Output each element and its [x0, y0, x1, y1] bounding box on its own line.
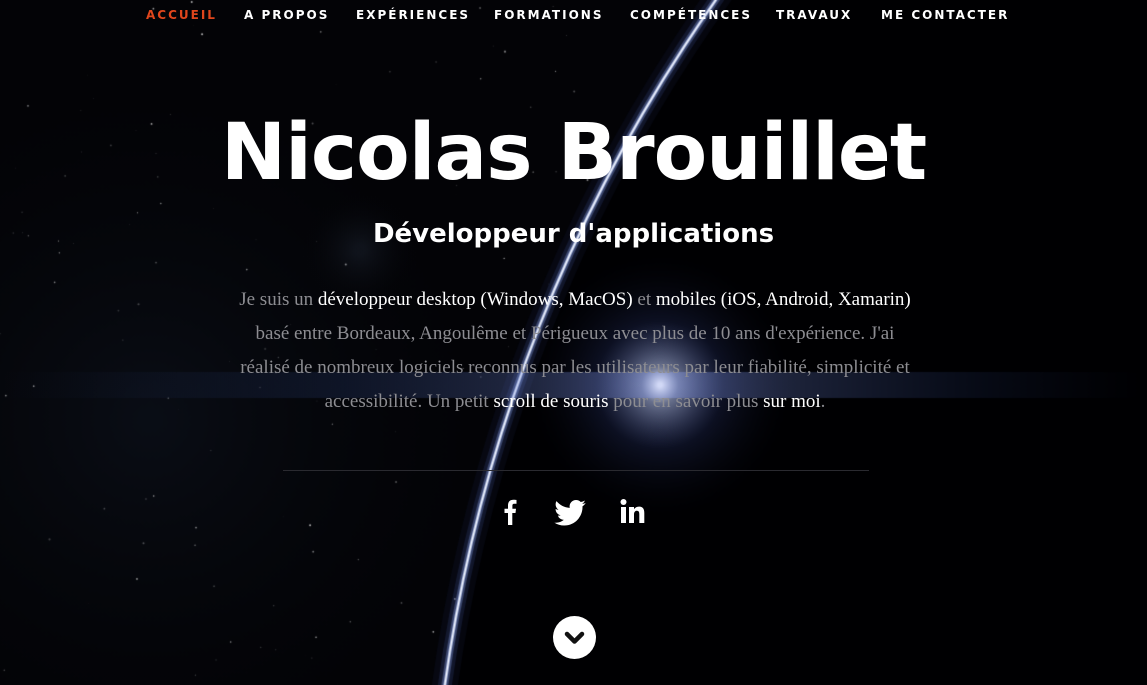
nav-travaux[interactable]: TRAVAUX [776, 8, 852, 22]
intro-text-1: Je suis un [239, 289, 318, 310]
nav-accueil[interactable]: ACCUEIL [146, 8, 217, 22]
facebook-icon[interactable] [494, 494, 530, 530]
divider [283, 470, 869, 471]
hero-intro: Je suis un développeur desktop (Windows,… [238, 283, 912, 419]
hero-subtitle: Développeur d'applications [372, 219, 775, 249]
main-nav: ACCUEIL A PROPOS EXPÉRIENCES FORMATIONS … [0, 0, 1147, 32]
hero-name: Nicolas Brouillet [220, 108, 927, 198]
about-me-link[interactable]: sur moi [763, 391, 821, 412]
linkedin-icon[interactable] [616, 494, 652, 530]
intro-highlight-desktop: développeur desktop (Windows, MacOS) [317, 289, 633, 310]
chevron-down-icon [564, 631, 585, 644]
nav-experiences[interactable]: EXPÉRIENCES [356, 8, 470, 22]
nav-formations[interactable]: FORMATIONS [494, 8, 603, 22]
hero-section: Nicolas Brouillet Développeur d'applicat… [0, 0, 1147, 685]
nav-me-contacter[interactable]: ME CONTACTER [881, 8, 1009, 22]
scroll-down-button[interactable] [553, 616, 596, 659]
intro-text-4: pour en savoir plus [608, 391, 764, 412]
intro-text-5: . [820, 391, 826, 412]
nav-competences[interactable]: COMPÉTENCES [630, 8, 752, 22]
intro-highlight-mobile: mobiles (iOS, Android, Xamarin) [655, 289, 911, 310]
nav-a-propos[interactable]: A PROPOS [244, 8, 329, 22]
intro-text-2: et [632, 289, 656, 310]
twitter-icon[interactable] [552, 494, 588, 530]
scroll-link[interactable]: scroll de souris [493, 391, 608, 412]
social-links [0, 494, 1147, 530]
